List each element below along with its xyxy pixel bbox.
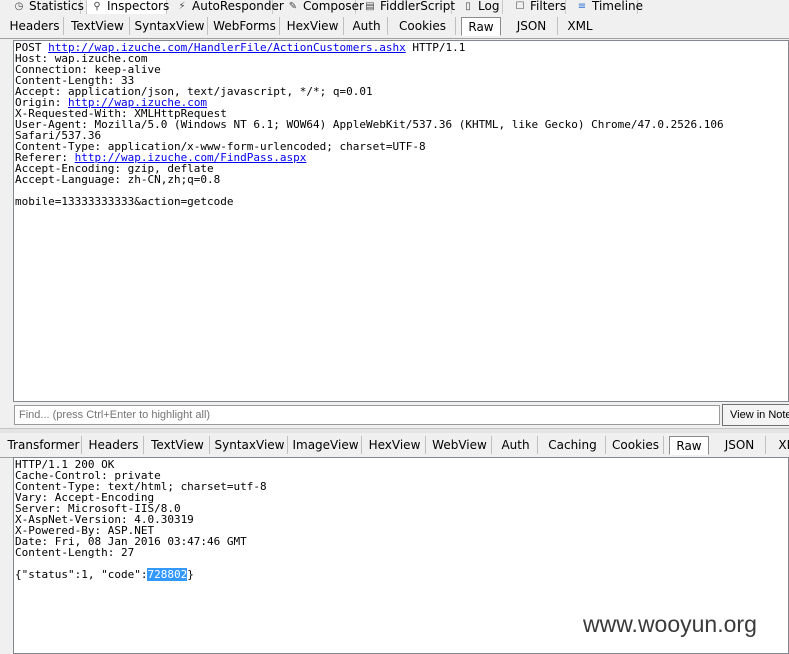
timeline-icon: ≡	[577, 1, 587, 12]
resp-header-content-length: Content-Length: 27	[15, 546, 135, 559]
tab-label: Statistics	[29, 0, 84, 13]
script-icon: ▤	[365, 1, 375, 12]
log-icon: ▯	[465, 1, 471, 12]
request-raw-text: POST http://wap.izuche.com/HandlerFile/A…	[14, 41, 788, 207]
tab-composer[interactable]: ✎ Composer	[283, 0, 364, 14]
tab-label: Log	[478, 0, 500, 13]
request-tab-syntaxview[interactable]: SyntaxView	[132, 17, 208, 35]
magnifier-icon: ⚲	[93, 1, 101, 12]
response-tab-cookies[interactable]: Cookies	[608, 436, 664, 454]
tab-fiddlerscript[interactable]: ▤ FiddlerScript	[360, 0, 456, 14]
header-accept-language: Accept-Language: zh-CN,zh;q=0.8	[15, 173, 221, 186]
response-code-selected[interactable]: 728802	[147, 568, 188, 581]
response-tab-headers[interactable]: Headers	[84, 436, 144, 454]
request-tab-raw[interactable]: Raw	[461, 17, 501, 36]
request-tab-auth[interactable]: Auth	[346, 17, 388, 35]
tab-label: AutoResponder	[192, 0, 284, 13]
request-tab-json[interactable]: JSON	[506, 17, 558, 35]
tab-filters[interactable]: ☐ Filters	[510, 0, 566, 14]
request-tab-webforms[interactable]: WebForms	[210, 17, 280, 35]
tab-label: Timeline	[592, 0, 644, 13]
request-protocol: HTTP/1.1	[405, 41, 466, 54]
watermark: www.wooyun.org	[583, 611, 757, 637]
request-tab-cookies[interactable]: Cookies	[390, 17, 456, 35]
response-tab-imageview[interactable]: ImageView	[290, 436, 362, 454]
response-tab-transformer[interactable]: Transformer	[6, 436, 82, 454]
request-inspector-tabs: Headers TextView SyntaxView WebForms Hex…	[0, 14, 789, 39]
response-raw-text: HTTP/1.1 200 OK Cache-Control: private C…	[14, 458, 788, 581]
response-tab-json[interactable]: JSON	[714, 436, 766, 454]
request-tab-xml[interactable]: XML	[560, 17, 600, 35]
request-body: mobile=13333333333&action=getcode	[15, 195, 234, 208]
response-body-suffix: }	[187, 568, 194, 581]
header-user-agent: User-Agent: Mozilla/5.0 (Windows NT 6.1;…	[15, 118, 724, 131]
response-inspector-tabs: Transformer Headers TextView SyntaxView …	[0, 433, 789, 458]
lightning-icon: ⚡	[178, 1, 186, 12]
response-tab-syntaxview[interactable]: SyntaxView	[212, 436, 288, 454]
tab-label: Filters	[530, 0, 566, 13]
checkbox-icon: ☐	[515, 1, 525, 12]
request-raw-pane[interactable]: POST http://wap.izuche.com/HandlerFile/A…	[13, 40, 789, 402]
main-tab-strip: ◷ Statistics ⚲ Inspectors ⚡ AutoResponde…	[0, 0, 789, 14]
response-tab-textview[interactable]: TextView	[146, 436, 210, 454]
composer-icon: ✎	[288, 1, 298, 12]
tab-inspectors[interactable]: ⚲ Inspectors	[86, 0, 170, 14]
view-in-notepad-button[interactable]: View in Notepad	[722, 404, 789, 426]
response-tab-hexview[interactable]: HexView	[364, 436, 426, 454]
find-input[interactable]	[14, 405, 720, 425]
clock-icon: ◷	[14, 1, 24, 12]
tab-label: Inspectors	[107, 0, 170, 13]
request-tab-textview[interactable]: TextView	[66, 17, 130, 35]
tab-statistics[interactable]: ◷ Statistics	[9, 0, 84, 14]
response-tab-webview[interactable]: WebView	[428, 436, 492, 454]
tab-timeline[interactable]: ≡ Timeline	[572, 0, 643, 14]
response-tab-auth[interactable]: Auth	[494, 436, 538, 454]
response-tab-xml[interactable]: XML	[771, 436, 789, 454]
request-tab-headers[interactable]: Headers	[6, 17, 64, 35]
response-tab-raw[interactable]: Raw	[669, 436, 709, 455]
response-tab-caching[interactable]: Caching	[540, 436, 606, 454]
tab-label: Composer	[303, 0, 364, 13]
tab-label: FiddlerScript	[380, 0, 456, 13]
request-tab-hexview[interactable]: HexView	[282, 17, 344, 35]
tab-log[interactable]: ▯ Log	[458, 0, 503, 14]
response-body-prefix: {"status":1, "code":	[15, 568, 148, 581]
tab-autoresponder[interactable]: ⚡ AutoResponder	[172, 0, 284, 14]
